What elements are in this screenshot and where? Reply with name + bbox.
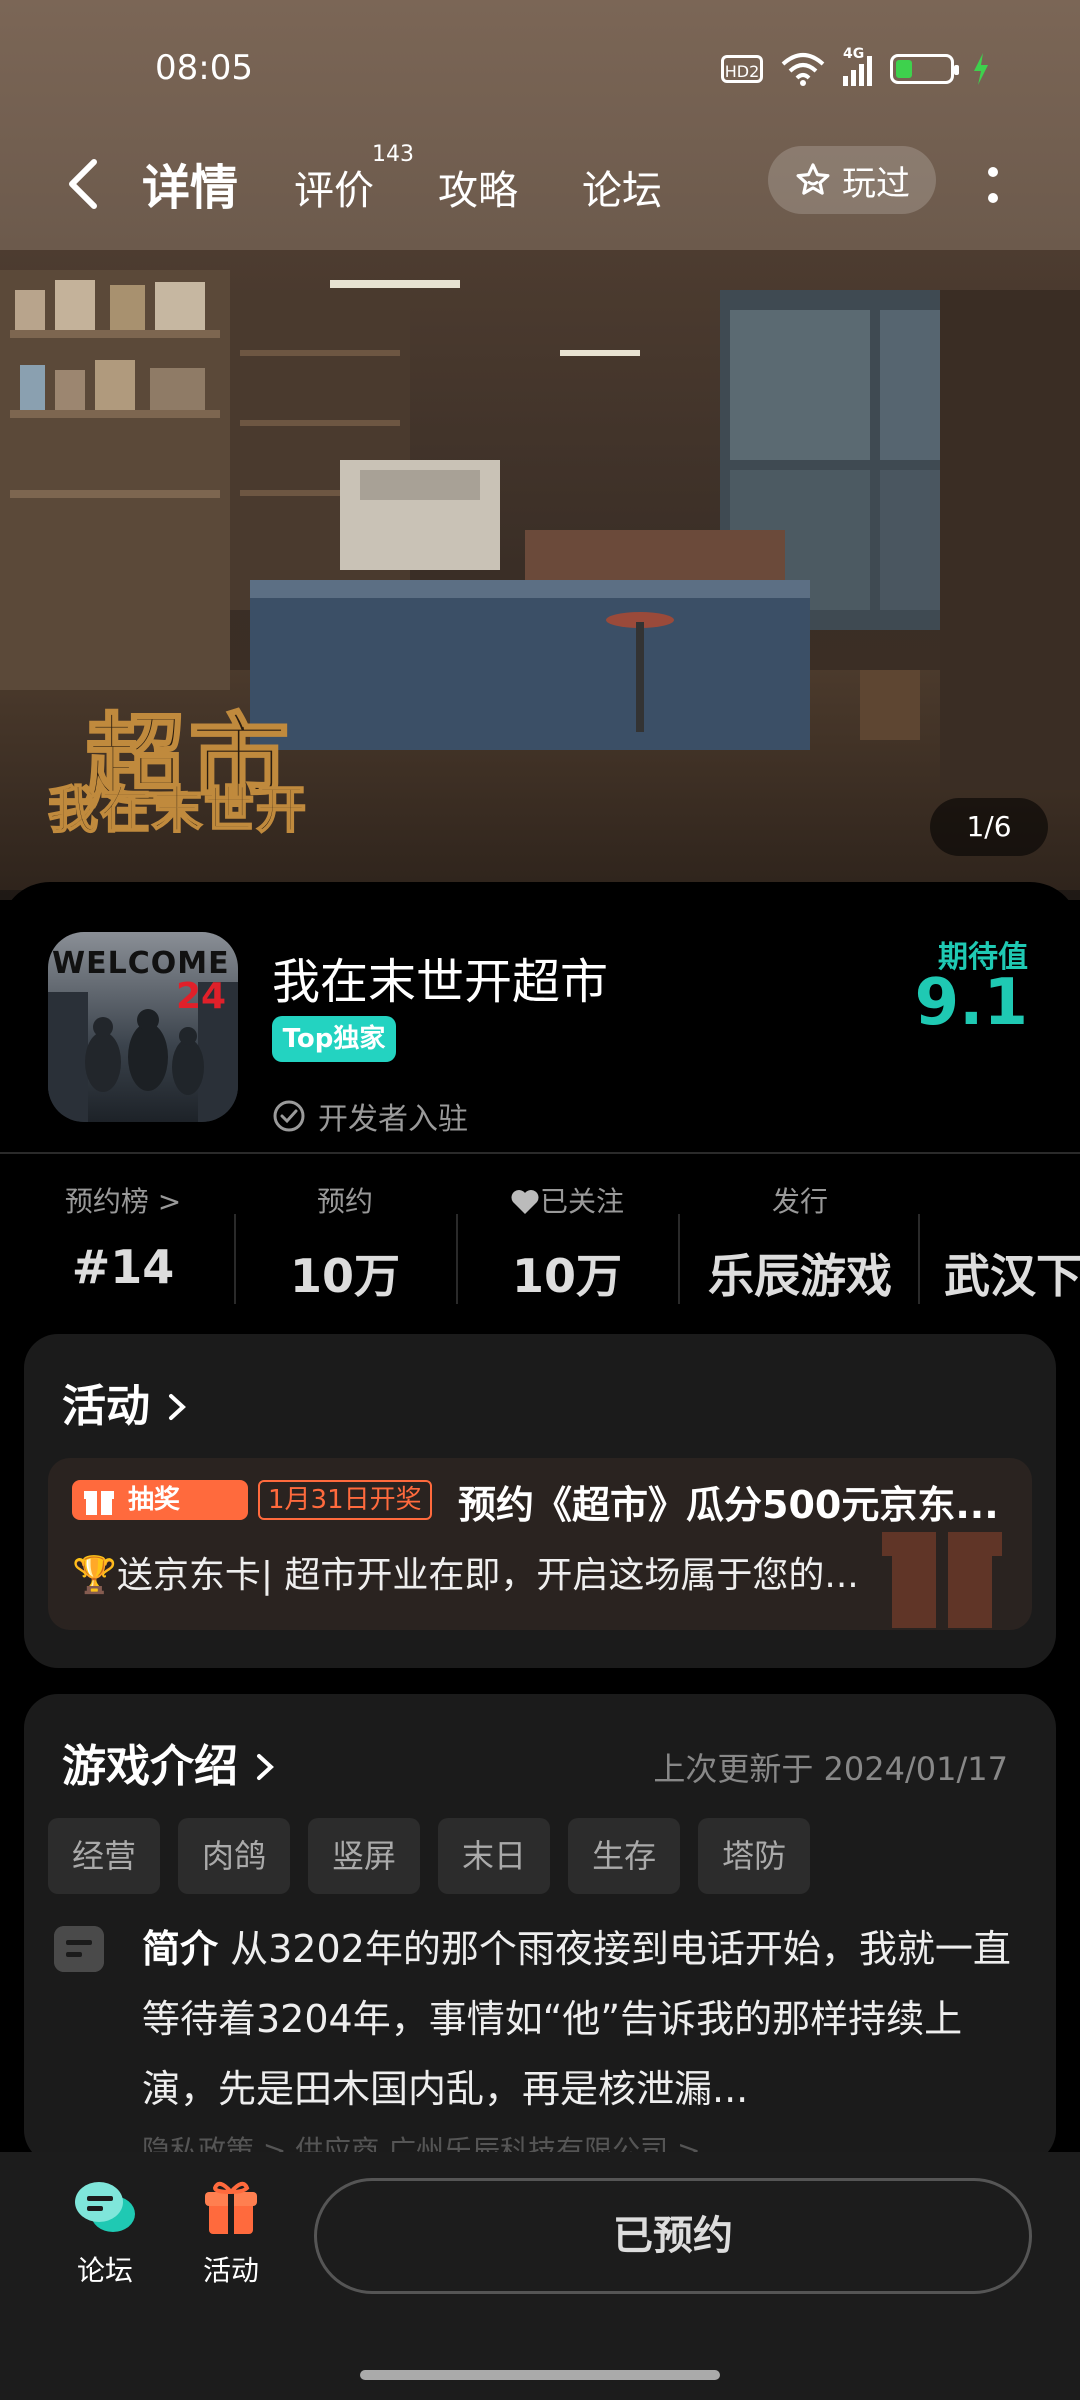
stat-value: 10万 [289,1249,400,1303]
event-title: 预约《超市》瓜分500元京东... [458,1483,999,1527]
event-subtitle: 🏆送京东卡| 超市开业在即，开启这场属于您的... [72,1555,859,1596]
star-icon [796,163,830,195]
game-intro-card[interactable]: 游戏介绍 上次更新于 2024/01/17 经营 肉鸽 竖屏 末日 生存 塔防 … [24,1694,1056,2164]
status-time: 08:05 [155,48,253,88]
network-type-label: 4G [843,46,865,62]
forum-label: 论坛 [76,2254,133,2287]
expectation-score: 9.1 [914,966,1028,1040]
stat-label: 预约 [316,1185,373,1218]
review-count-badge: 143 [372,142,414,167]
developer-status-text: 开发者入驻 [318,1102,468,1137]
genre-tag[interactable]: 经营 [48,1818,161,1894]
stat-developer[interactable]: 武汉下 [922,1182,1080,1306]
stat-ranking[interactable]: 预约榜 > #14 [12,1182,234,1294]
reserved-button[interactable]: 已预约 [314,2178,1032,2294]
home-indicator[interactable] [360,2370,720,2380]
genre-tag[interactable]: 塔防 [698,1818,811,1894]
genre-tag[interactable]: 末日 [438,1818,551,1894]
status-bar: 08:05 HD2 4G [0,0,1080,130]
top-exclusive-badge: Top独家 [272,1016,396,1062]
divider [0,1152,1080,1154]
genre-tags: 经营 肉鸽 竖屏 末日 生存 塔防 [48,1818,811,1894]
activity-card[interactable]: 活动 抽奖 1月31日开奖 预约《超市》瓜分500元京东... 🏆送京东卡| 超… [24,1334,1056,1668]
genre-tag[interactable]: 竖屏 [308,1818,421,1894]
wifi-icon [781,53,825,86]
stat-value: 乐辰游戏 [708,1249,892,1303]
summary-text: 从3202年的那个雨夜接到电话开始，我就一直等待着3204年，事情如“他”告诉我… [142,1927,1011,2111]
stat-label: 已关注 [456,1182,678,1222]
battery-icon [890,54,959,84]
banner-art-subtitle: 我在末世开 [47,780,308,840]
check-circle-icon [273,1100,305,1132]
forum-icon [75,2182,135,2232]
screenshot-carousel[interactable]: 超市 我在末世开 1/6 [0,250,1080,890]
event-item[interactable]: 抽奖 1月31日开奖 预约《超市》瓜分500元京东... 🏆送京东卡| 超市开业… [48,1458,1032,1630]
gift-icon [205,2181,257,2234]
activity-title[interactable]: 活动 [62,1370,189,1434]
developer-verified: 开发者入驻 [272,1094,468,1138]
played-label: 玩过 [842,163,910,204]
game-title: 我在末世开超市 [272,954,609,1010]
more-options-icon[interactable] [975,158,1011,214]
hd-voice-icon: HD2 [721,55,763,83]
tab-guides[interactable]: 攻略 [438,158,518,216]
gift-icon [84,1491,114,1515]
stat-label: 预约榜 > [64,1185,182,1218]
chevron-right-icon [169,1394,187,1420]
forum-button[interactable]: 论坛 [50,2178,160,2289]
chevron-right-icon [257,1754,275,1780]
last-updated: 上次更新于 2024/01/17 [653,1750,1008,1788]
game-summary[interactable]: 简介 从3202年的那个雨夜接到电话开始，我就一直等待着3204年，事情如“他”… [142,1914,1022,2124]
game-icon: WELCOME 24 [48,932,238,1122]
stat-value: 10万 [511,1249,622,1303]
charging-icon [974,53,988,85]
back-icon[interactable] [58,152,112,216]
intro-title[interactable]: 游戏介绍 [62,1730,277,1794]
draw-date-tag: 1月31日开奖 [258,1480,432,1520]
tab-forum[interactable]: 论坛 [582,158,662,216]
top-nav: 详情 评价 143 攻略 论坛 玩过 [0,130,1080,240]
cellular-signal-icon: 4G [843,46,872,86]
stat-reservations: 预约 10万 [234,1182,456,1306]
stats-row[interactable]: 预约榜 > #14 预约 10万 已关注 10万 发行 乐辰游戏 武汉下 [0,1182,1080,1312]
stat-publisher[interactable]: 发行 乐辰游戏 [680,1182,920,1306]
carousel-page-indicator: 1/6 [930,798,1048,856]
game-detail-sheet: WELCOME 24 我在末世开超市 Top独家 开发者入驻 期待值 9.1 预… [0,882,1080,2164]
status-icons: HD2 4G [721,46,990,86]
played-button[interactable]: 玩过 [768,146,936,214]
stat-label: 发行 [771,1185,828,1218]
summary-label: 简介 [142,1927,219,1971]
genre-tag[interactable]: 肉鸽 [178,1818,291,1894]
stat-value: 武汉下 [944,1249,1080,1303]
stat-value: #14 [71,1240,175,1294]
tab-details[interactable]: 详情 [135,148,245,218]
activity-label: 活动 [202,2254,259,2287]
stat-followers: 已关注 10万 [456,1182,678,1306]
game-icon-number: 24 [176,976,227,1017]
battery-level-fill [896,60,912,78]
genre-tag[interactable]: 生存 [568,1818,681,1894]
stat-label [944,1182,1080,1222]
heart-icon [511,1190,539,1214]
bottom-action-bar: 论坛 活动 已预约 [0,2152,1080,2400]
tab-reviews[interactable]: 评价 [294,158,374,216]
hero-area: 08:05 HD2 4G 超市 我在末世开 1/6 详情 评价 143 攻略 论… [0,0,1080,900]
activity-button[interactable]: 活动 [176,2178,286,2289]
summary-icon [54,1926,104,1972]
stat-separator [918,1214,920,1304]
